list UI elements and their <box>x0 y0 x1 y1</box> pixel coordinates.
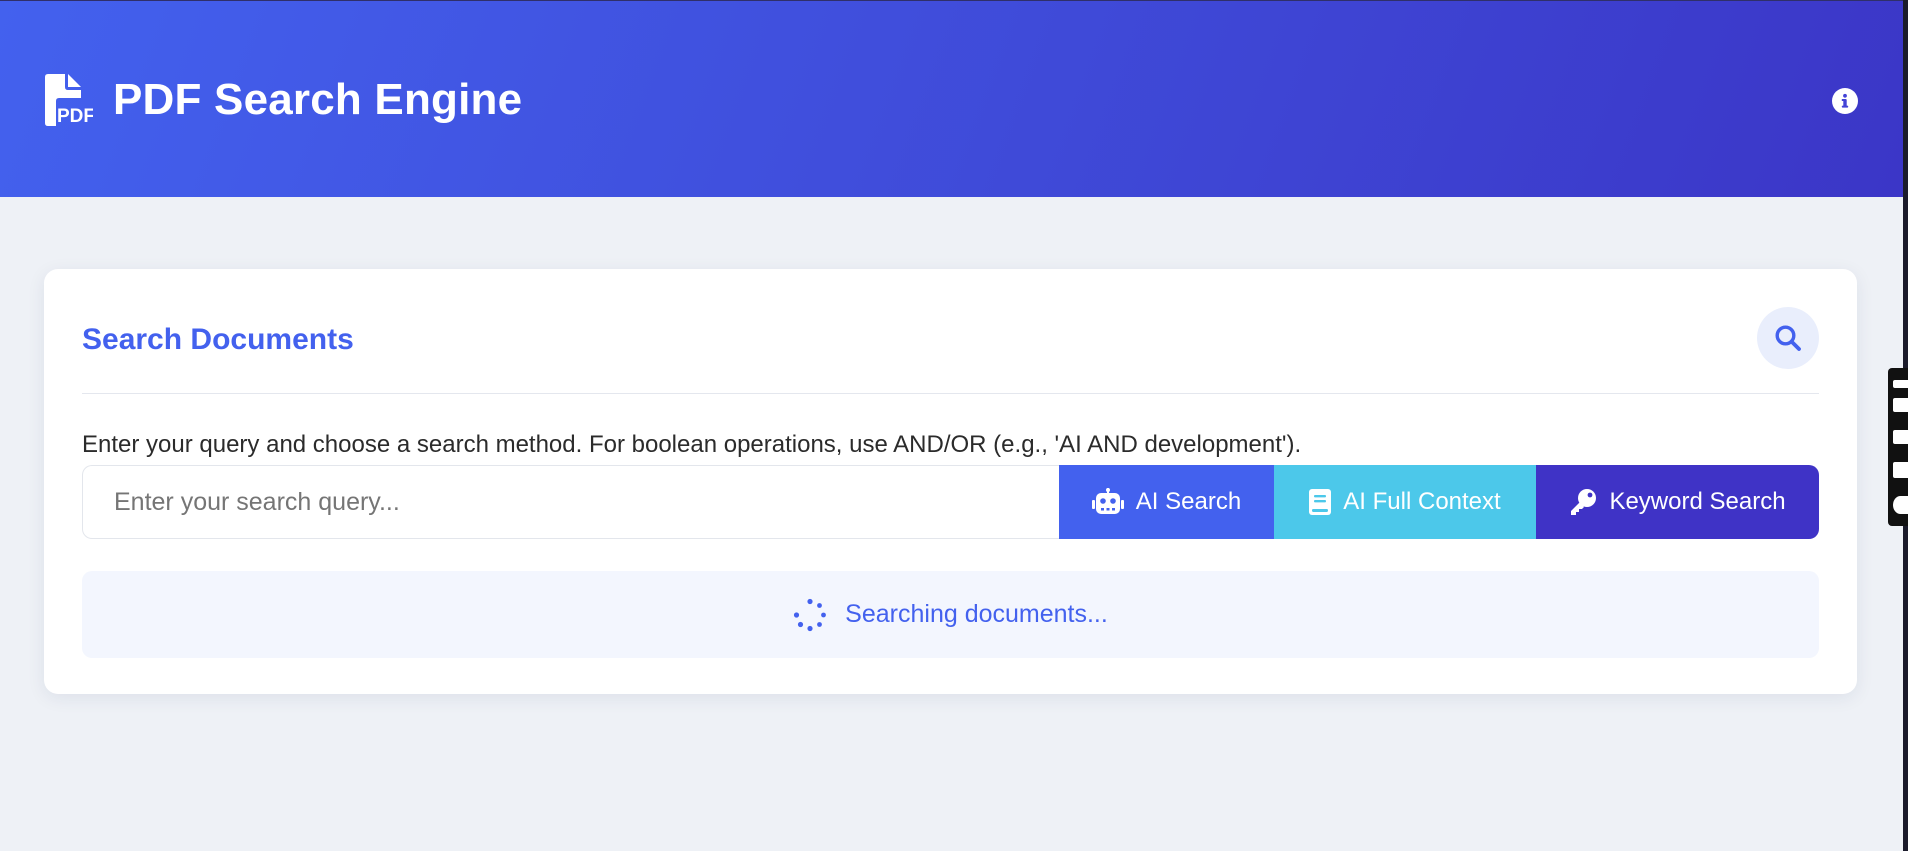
toolbar-camera-icon[interactable] <box>1893 398 1908 412</box>
brand: PDF PDF Search Engine <box>43 74 522 126</box>
keyword-search-label: Keyword Search <box>1609 488 1786 515</box>
card-divider <box>82 393 1819 394</box>
book-icon <box>1309 489 1332 515</box>
search-badge <box>1757 307 1819 369</box>
info-button[interactable] <box>1832 88 1858 114</box>
keyword-search-button[interactable]: Keyword Search <box>1536 465 1819 539</box>
toolbar-window-icon[interactable] <box>1893 430 1908 444</box>
ai-full-context-button[interactable]: AI Full Context <box>1274 465 1536 539</box>
toolbar-gear-icon[interactable] <box>1893 496 1908 514</box>
svg-text:PDF: PDF <box>57 106 93 126</box>
search-instructions: Enter your query and choose a search met… <box>82 431 1302 458</box>
robot-icon <box>1091 488 1124 514</box>
status-text: Searching documents... <box>845 600 1108 628</box>
search-input[interactable] <box>82 465 1059 539</box>
card-title: Search Documents <box>82 323 354 356</box>
search-card: Search Documents Enter your query and ch… <box>44 269 1857 694</box>
search-status: Searching documents... <box>82 571 1819 658</box>
app-header: PDF PDF Search Engine <box>0 0 1903 197</box>
toolbar-copy-icon[interactable] <box>1893 462 1908 478</box>
app-page: PDF PDF Search Engine Search Documents E… <box>0 0 1908 851</box>
floating-toolbar[interactable] <box>1888 368 1908 526</box>
key-icon <box>1571 489 1597 515</box>
ai-search-label: AI Search <box>1135 488 1242 515</box>
pdf-file-icon: PDF <box>45 74 93 126</box>
ai-search-button[interactable]: AI Search <box>1059 465 1274 539</box>
toolbar-link-icon[interactable] <box>1893 380 1908 388</box>
search-icon <box>1775 325 1801 351</box>
spinner-icon <box>794 598 827 631</box>
ai-full-context-label: AI Full Context <box>1343 488 1501 515</box>
info-circle-icon <box>1841 93 1849 108</box>
search-bar: AI Search AI Full Context Keyword Search <box>82 465 1819 539</box>
app-title: PDF Search Engine <box>113 75 523 124</box>
